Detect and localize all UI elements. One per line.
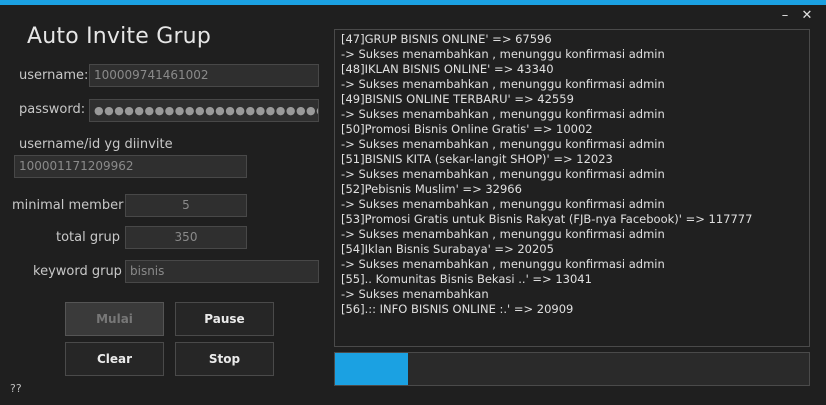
log-line: [55].. Komunitas Bisnis Bekasi ..' => 13… — [341, 272, 592, 286]
minimize-button[interactable]: – — [776, 8, 794, 24]
log-line: -> Sukses menambahkan , menunggu konfirm… — [341, 197, 665, 211]
log-line: [48]IKLAN BISNIS ONLINE' => 43340 — [341, 62, 554, 76]
window-accent-bar — [0, 0, 826, 5]
log-line: -> Sukses menambahkan , menunggu konfirm… — [341, 77, 665, 91]
log-line: [51]BISNIS KITA (sekar-langit SHOP)' => … — [341, 152, 613, 166]
min-member-label: minimal member — [12, 198, 124, 213]
help-text[interactable]: ?? — [10, 382, 22, 395]
stop-button[interactable]: Stop — [175, 342, 274, 376]
close-button[interactable]: ✕ — [798, 8, 816, 24]
log-line: -> Sukses menambahkan , menunggu konfirm… — [341, 227, 665, 241]
target-user-input[interactable]: 100001171209962 — [14, 155, 247, 178]
total-grup-label: total grup — [56, 230, 120, 245]
keyword-label: keyword grup — [33, 264, 122, 279]
log-line: [53]Promosi Gratis untuk Bisnis Rakyat (… — [341, 212, 753, 226]
username-input[interactable]: 100009741461002 — [89, 64, 319, 87]
log-line: [47]GRUP BISNIS ONLINE' => 67596 — [341, 32, 552, 46]
password-label: password: — [19, 102, 86, 117]
log-line: -> Sukses menambahkan , menunggu konfirm… — [341, 257, 665, 271]
log-line: [56].:: INFO BISNIS ONLINE :.' => 20909 — [341, 302, 574, 316]
progress-fill — [335, 353, 409, 385]
log-line: -> Sukses menambahkan , menunggu konfirm… — [341, 137, 665, 151]
log-line: [49]BISNIS ONLINE TERBARU' => 42559 — [341, 92, 574, 106]
log-line: [52]Pebisnis Muslim' => 32966 — [341, 182, 522, 196]
mulai-button[interactable]: Mulai — [65, 302, 164, 336]
log-line: [54]Iklan Bisnis Surabaya' => 20205 — [341, 242, 554, 256]
progress-bar — [334, 352, 810, 386]
username-label: username: — [19, 68, 89, 83]
target-user-label: username/id yg diinvite — [19, 137, 173, 152]
clear-button[interactable]: Clear — [65, 342, 164, 376]
pause-button[interactable]: Pause — [175, 302, 274, 336]
keyword-input[interactable]: bisnis — [125, 260, 319, 283]
log-output[interactable]: [47]GRUP BISNIS ONLINE' => 67596 -> Sukse… — [334, 29, 810, 347]
log-line: -> Sukses menambahkan — [341, 287, 489, 301]
log-line: -> Sukses menambahkan , menunggu konfirm… — [341, 47, 665, 61]
log-line: -> Sukses menambahkan , menunggu konfirm… — [341, 107, 665, 121]
log-line: -> Sukses menambahkan , menunggu konfirm… — [341, 167, 665, 181]
log-line: [50]Promosi Bisnis Online Gratis' => 100… — [341, 122, 593, 136]
password-input[interactable]: ●●●●●●●●●●●●●●●●●●●●●●●●●●●●●●●●●●●●●●●●… — [89, 99, 319, 122]
total-grup-input[interactable]: 350 — [125, 226, 247, 249]
app-title: Auto Invite Grup — [27, 24, 211, 49]
min-member-input[interactable]: 5 — [125, 194, 247, 217]
